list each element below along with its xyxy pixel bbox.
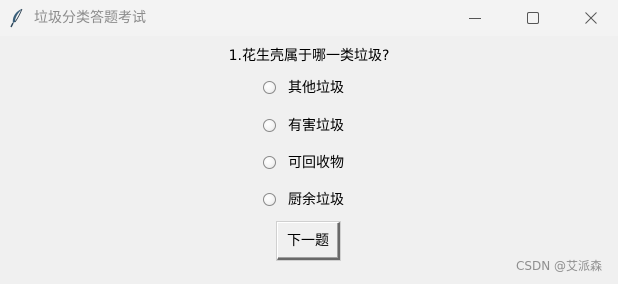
radio-button[interactable] [263,156,276,169]
option-label[interactable]: 其他垃圾 [288,79,344,97]
minimize-button[interactable] [452,0,498,36]
title-bar[interactable]: 垃圾分类答题考试 [0,0,618,36]
window-title: 垃圾分类答题考试 [34,10,146,26]
close-button[interactable] [568,0,614,36]
close-icon [585,12,597,24]
option-label[interactable]: 可回收物 [288,154,344,172]
option-label[interactable]: 厨余垃圾 [288,191,344,209]
question-text: 1.花生壳属于哪一类垃圾? [228,48,390,64]
maximize-icon [527,12,539,24]
next-question-button[interactable]: 下一题 [277,222,340,260]
radio-button[interactable] [263,81,276,94]
radio-button[interactable] [263,193,276,206]
radio-button[interactable] [263,119,276,132]
option-label[interactable]: 有害垃圾 [288,117,344,135]
minimize-icon [469,18,481,19]
app-window: 垃圾分类答题考试 1.花生壳属于哪一类垃圾? 其他垃圾 有害垃圾 可回收物 厨余… [0,0,618,284]
maximize-button[interactable] [510,0,556,36]
feather-icon [9,8,25,28]
watermark-text: CSDN @艾派森 [515,259,602,273]
